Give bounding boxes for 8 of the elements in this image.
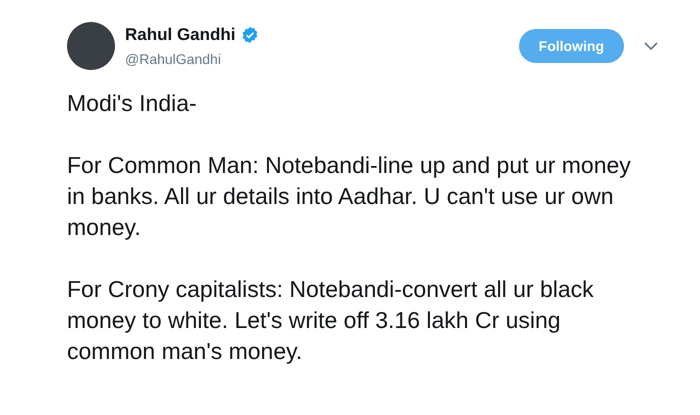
avatar[interactable] — [67, 22, 115, 70]
following-button[interactable]: Following — [518, 29, 624, 63]
tweet-text: Modi's India- — [67, 89, 198, 118]
chevron-down-icon[interactable] — [644, 42, 658, 50]
tweet-text: For Crony capitalists: Notebandi-convert all ur black money to white. Let's write off 3.16 lakh Cr using common man's money. — [67, 275, 595, 366]
tweet-text: For Common Man: Notebandi-line up and put ur money in banks. All ur details into Aadhar. U can't use ur own money. — [67, 151, 632, 242]
author-handle[interactable]: @RahulGandhi — [125, 48, 258, 70]
author-name[interactable]: Rahul Gandhi — [125, 22, 236, 48]
